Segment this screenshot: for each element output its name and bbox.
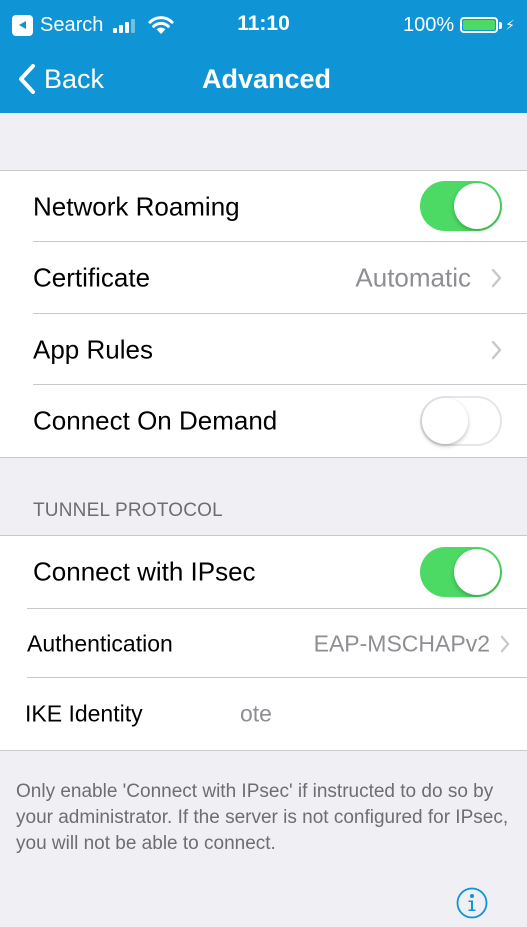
tunnel-protocol-header: TUNNEL PROTOCOL: [33, 500, 223, 521]
app-rules-row[interactable]: App Rules: [0, 314, 527, 385]
top-bar: Search 11:10 100% ⚡ Back Advanced: [0, 0, 527, 113]
authentication-label: Authentication: [27, 630, 173, 656]
ike-identity-field[interactable]: ote: [240, 701, 272, 728]
ike-identity-row: IKE Identity ote: [0, 678, 527, 750]
authentication-row[interactable]: Authentication EAP-MSCHAPv2: [0, 609, 527, 678]
certificate-label: Certificate: [33, 262, 151, 293]
battery-icon: [460, 17, 499, 33]
connect-ipsec-row: Connect with IPsec: [0, 536, 527, 609]
certificate-row[interactable]: Certificate Automatic: [0, 242, 527, 314]
authentication-value: EAP-MSCHAPv2: [313, 630, 490, 656]
connect-on-demand-label: Connect On Demand: [33, 405, 278, 436]
certificate-value: Automatic: [355, 262, 471, 293]
chevron-right-icon: [491, 340, 502, 359]
info-icon[interactable]: [456, 887, 488, 919]
toggle-knob: [454, 549, 500, 595]
status-bar: Search 11:10 100% ⚡: [0, 0, 527, 50]
connect-ipsec-toggle[interactable]: [420, 547, 502, 597]
ike-identity-label: IKE Identity: [25, 700, 143, 727]
toggle-knob: [422, 398, 468, 444]
network-roaming-toggle[interactable]: [420, 181, 502, 231]
tunnel-group: Connect with IPsec Authentication EAP-MS…: [0, 535, 527, 751]
battery-percent: 100%: [403, 13, 455, 36]
connect-on-demand-row: Connect On Demand: [0, 385, 527, 457]
settings-group: Network Roaming Certificate Automatic Ap…: [0, 170, 527, 458]
charging-bolt-icon: ⚡: [505, 16, 515, 33]
toggle-knob: [454, 183, 500, 229]
page-title-text: Advanced: [201, 64, 332, 94]
network-roaming-row: Network Roaming: [0, 171, 527, 242]
ipsec-footer-note: Only enable 'Connect with IPsec' if inst…: [16, 781, 509, 854]
battery-status: 100% ⚡: [403, 12, 515, 38]
connect-on-demand-toggle[interactable]: [420, 396, 502, 446]
connect-ipsec-label: Connect with IPsec: [33, 556, 256, 587]
battery-nub: [499, 21, 503, 29]
network-roaming-label: Network Roaming: [33, 191, 240, 221]
app-rules-label: App Rules: [33, 334, 153, 364]
page-title: Advanced: [0, 64, 527, 95]
chevron-right-icon: [491, 268, 502, 288]
chevron-right-icon: [500, 635, 510, 652]
nav-bar: Back Advanced: [0, 50, 527, 113]
